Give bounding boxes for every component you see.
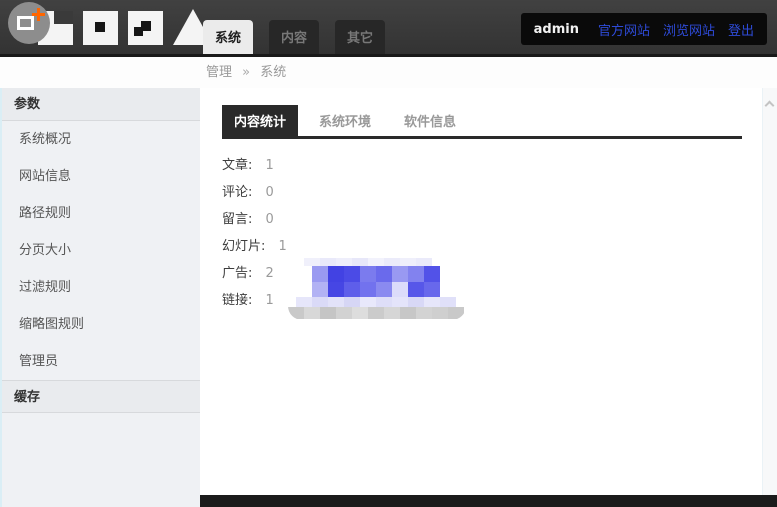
user-bar: admin 官方网站 浏览网站 登出 — [521, 13, 767, 45]
stat-label: 幻灯片: — [222, 239, 265, 254]
logout-link[interactable]: 登出 — [728, 20, 754, 39]
stat-row-messages: 留言: 0 — [222, 206, 762, 233]
logo-shape-o-icon — [83, 11, 118, 45]
tab-software-info[interactable]: 软件信息 — [392, 105, 468, 136]
stat-label: 文章: — [222, 158, 252, 173]
stat-value: 0 — [266, 212, 274, 227]
breadcrumb-admin-link[interactable]: 管理 — [206, 65, 232, 80]
scrollbar[interactable] — [762, 88, 777, 507]
breadcrumb: 管理 » 系统 — [0, 57, 777, 88]
sidebar-item-thumbnail-rules[interactable]: 缩略图规则 — [2, 306, 200, 343]
sidebar-section-cache[interactable]: 缓存 — [2, 380, 200, 413]
stat-row-slides: 幻灯片: 1 — [222, 233, 762, 260]
username: admin — [534, 22, 579, 37]
stat-value: 1 — [279, 239, 287, 254]
sidebar-item-administrators[interactable]: 管理员 — [2, 343, 200, 380]
top-header: 系统 内容 其它 admin 官方网站 浏览网站 登出 — [0, 0, 777, 57]
stat-row-comments: 评论: 0 — [222, 179, 762, 206]
tab-system[interactable]: 系统 — [203, 20, 253, 54]
stat-row-articles: 文章: 1 — [222, 152, 762, 179]
logo-shape-g-icon — [128, 11, 163, 45]
bottom-bar — [200, 495, 777, 507]
censored-region — [288, 258, 466, 320]
sidebar: 参数 系统概况 网站信息 路径规则 分页大小 过滤规则 缩略图规则 管理员 缓存 — [0, 88, 200, 507]
tab-other[interactable]: 其它 — [335, 20, 385, 54]
logo-circle-icon — [8, 2, 50, 44]
breadcrumb-separator: » — [242, 65, 250, 80]
app-logo[interactable] — [6, 0, 236, 54]
stat-label: 链接: — [222, 293, 252, 308]
sidebar-item-filter-rules[interactable]: 过滤规则 — [2, 269, 200, 306]
stat-label: 广告: — [222, 266, 252, 281]
tab-content[interactable]: 内容 — [269, 20, 319, 54]
sidebar-item-site-info[interactable]: 网站信息 — [2, 158, 200, 195]
tab-system-env[interactable]: 系统环境 — [307, 105, 383, 136]
stat-value: 1 — [266, 293, 274, 308]
content-tabs: 内容统计 系统环境 软件信息 — [222, 105, 742, 139]
breadcrumb-current: 系统 — [260, 65, 286, 80]
browse-site-link[interactable]: 浏览网站 — [663, 20, 715, 39]
logo-shapes — [38, 9, 213, 45]
tab-content-stats[interactable]: 内容统计 — [222, 105, 298, 136]
sidebar-item-system-overview[interactable]: 系统概况 — [2, 121, 200, 158]
stat-value: 0 — [266, 185, 274, 200]
plus-icon — [32, 8, 45, 21]
sidebar-item-page-size[interactable]: 分页大小 — [2, 232, 200, 269]
official-site-link[interactable]: 官方网站 — [598, 20, 650, 39]
chevron-up-icon[interactable] — [765, 101, 775, 111]
page-body: 参数 系统概况 网站信息 路径规则 分页大小 过滤规则 缩略图规则 管理员 缓存… — [0, 88, 777, 507]
sidebar-section-params[interactable]: 参数 — [2, 88, 200, 121]
main-content: 内容统计 系统环境 软件信息 文章: 1 评论: 0 留言: 0 幻灯片: 1 … — [200, 88, 762, 507]
stat-value: 1 — [266, 158, 274, 173]
stat-label: 评论: — [222, 185, 252, 200]
stat-value: 2 — [266, 266, 274, 281]
stat-label: 留言: — [222, 212, 252, 227]
sidebar-item-path-rules[interactable]: 路径规则 — [2, 195, 200, 232]
primary-nav: 系统 内容 其它 — [203, 20, 401, 54]
